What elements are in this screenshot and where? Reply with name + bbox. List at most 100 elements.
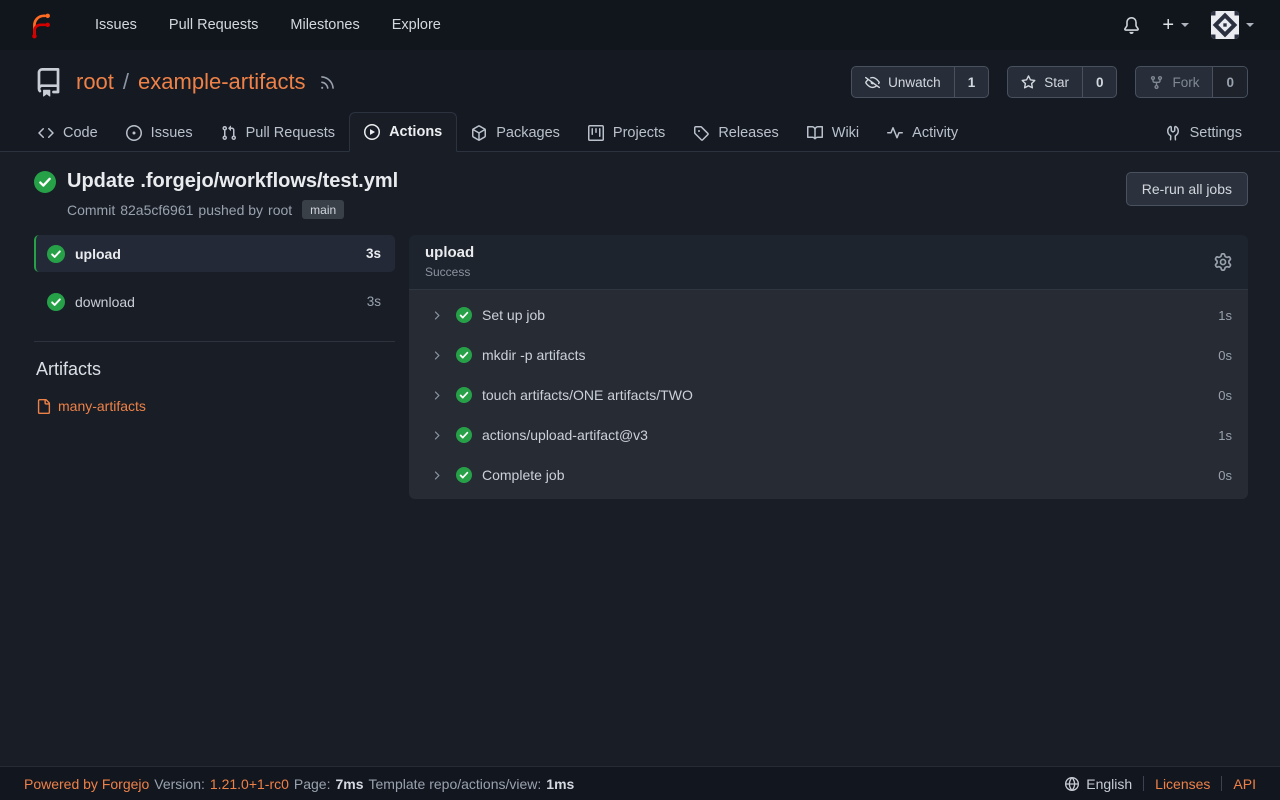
step-name: Set up job — [482, 307, 545, 323]
chevron-down-icon — [1246, 23, 1254, 27]
stars-count[interactable]: 0 — [1082, 67, 1117, 97]
avatar — [1211, 11, 1239, 39]
star-button[interactable]: Star 0 — [1007, 66, 1117, 98]
job-name: upload — [75, 246, 121, 262]
tab-label: Settings — [1190, 125, 1242, 141]
step-row-setup[interactable]: Set up job 1s — [409, 295, 1248, 335]
nav-link-milestones[interactable]: Milestones — [274, 17, 375, 33]
footer-divider — [1221, 776, 1222, 791]
api-link[interactable]: API — [1233, 776, 1256, 792]
rss-icon[interactable] — [319, 74, 336, 91]
run-title: Update .forgejo/workflows/test.yml — [67, 170, 398, 193]
tab-actions[interactable]: Actions — [349, 112, 457, 152]
nav-link-explore[interactable]: Explore — [376, 17, 457, 33]
actions-run-view: Update .forgejo/workflows/test.yml Commi… — [0, 152, 1280, 766]
job-duration: 3s — [366, 246, 381, 261]
unwatch-button[interactable]: Unwatch 1 — [851, 66, 989, 98]
tab-wiki[interactable]: Wiki — [793, 114, 873, 152]
chevron-right-icon[interactable] — [430, 309, 443, 322]
nav-link-issues[interactable]: Issues — [79, 17, 153, 33]
tools-icon — [1165, 125, 1181, 141]
gear-icon[interactable] — [1214, 253, 1232, 271]
step-success-icon — [456, 347, 472, 363]
fork-label: Fork — [1172, 75, 1199, 90]
chevron-down-icon — [1181, 23, 1189, 27]
plus-icon: + — [1162, 15, 1174, 35]
commit-sha[interactable]: 82a5cf6961 — [120, 202, 193, 218]
repo-name-link[interactable]: example-artifacts — [138, 69, 306, 95]
licenses-link[interactable]: Licenses — [1155, 776, 1210, 792]
page-time-label: Page: — [294, 776, 331, 792]
rerun-all-jobs-button[interactable]: Re-run all jobs — [1126, 172, 1248, 206]
notifications-bell-icon[interactable] — [1123, 17, 1140, 34]
tab-label: Projects — [613, 125, 665, 141]
tab-pull-requests[interactable]: Pull Requests — [207, 114, 349, 152]
star-icon — [1021, 75, 1036, 90]
template-time-label: Template repo/actions/view: — [369, 776, 542, 792]
step-row-complete[interactable]: Complete job 0s — [409, 455, 1248, 495]
chevron-right-icon[interactable] — [430, 429, 443, 442]
fork-button[interactable]: Fork 0 — [1135, 66, 1248, 98]
tab-code[interactable]: Code — [24, 114, 112, 152]
breadcrumb-separator: / — [123, 69, 129, 95]
version-label: Version: — [154, 776, 205, 792]
artifact-link-many-artifacts[interactable]: many-artifacts — [36, 398, 395, 414]
forgejo-logo-icon[interactable] — [26, 12, 53, 39]
version-link[interactable]: 1.21.0+1-rc0 — [210, 776, 289, 792]
tab-issues[interactable]: Issues — [112, 114, 207, 152]
tab-releases[interactable]: Releases — [679, 114, 792, 152]
tab-settings[interactable]: Settings — [1151, 114, 1256, 152]
step-success-icon — [456, 387, 472, 403]
step-row-mkdir[interactable]: mkdir -p artifacts 0s — [409, 335, 1248, 375]
tab-label: Wiki — [832, 125, 859, 141]
pushed-by-label: pushed by — [198, 202, 263, 218]
artifacts-heading: Artifacts — [36, 359, 395, 380]
language-selector[interactable]: English — [1065, 776, 1132, 792]
forks-count[interactable]: 0 — [1212, 67, 1247, 97]
create-new-menu[interactable]: + — [1162, 15, 1189, 35]
git-pull-request-icon — [221, 125, 237, 141]
step-duration: 0s — [1218, 388, 1232, 403]
step-duration: 1s — [1218, 428, 1232, 443]
job-detail-header: upload Success — [409, 235, 1248, 290]
powered-by-forgejo-link[interactable]: Powered by Forgejo — [24, 776, 149, 792]
unwatch-label: Unwatch — [888, 75, 941, 90]
repo-title-row: root / example-artifacts Unwatch 1 Star … — [0, 50, 1280, 108]
pulse-icon — [887, 125, 903, 141]
play-circle-icon — [364, 124, 380, 140]
step-name: actions/upload-artifact@v3 — [482, 427, 648, 443]
step-duration: 0s — [1218, 468, 1232, 483]
chevron-right-icon[interactable] — [430, 349, 443, 362]
tab-activity[interactable]: Activity — [873, 114, 972, 152]
repo-owner-link[interactable]: root — [76, 69, 114, 95]
code-icon — [38, 125, 54, 141]
tab-label: Issues — [151, 125, 193, 141]
tab-projects[interactable]: Projects — [574, 114, 679, 152]
package-icon — [471, 125, 487, 141]
repo-header-section: root / example-artifacts Unwatch 1 Star … — [0, 50, 1280, 152]
user-menu[interactable] — [1211, 11, 1254, 39]
run-success-icon — [34, 171, 56, 193]
commit-user[interactable]: root — [268, 202, 292, 218]
tab-packages[interactable]: Packages — [457, 114, 574, 152]
step-row-touch[interactable]: touch artifacts/ONE artifacts/TWO 0s — [409, 375, 1248, 415]
branch-badge[interactable]: main — [302, 200, 344, 219]
nav-link-pull-requests[interactable]: Pull Requests — [153, 17, 274, 33]
chevron-right-icon[interactable] — [430, 389, 443, 402]
eye-closed-icon — [865, 75, 880, 90]
job-item-download[interactable]: download 3s — [34, 283, 395, 320]
artifacts-section: Artifacts many-artifacts — [34, 341, 395, 414]
tab-label: Releases — [718, 125, 778, 141]
tab-label: Code — [63, 125, 98, 141]
steps-list: Set up job 1s mkdir -p artifacts 0s touc… — [409, 290, 1248, 499]
watchers-count[interactable]: 1 — [954, 67, 989, 97]
globe-icon — [1065, 777, 1079, 791]
step-success-icon — [456, 427, 472, 443]
step-success-icon — [456, 467, 472, 483]
step-row-upload-artifact[interactable]: actions/upload-artifact@v3 1s — [409, 415, 1248, 455]
project-icon — [588, 125, 604, 141]
job-item-upload[interactable]: upload 3s — [34, 235, 395, 272]
chevron-right-icon[interactable] — [430, 469, 443, 482]
run-header: Update .forgejo/workflows/test.yml Commi… — [34, 152, 1248, 235]
breadcrumb: root / example-artifacts — [76, 69, 306, 95]
